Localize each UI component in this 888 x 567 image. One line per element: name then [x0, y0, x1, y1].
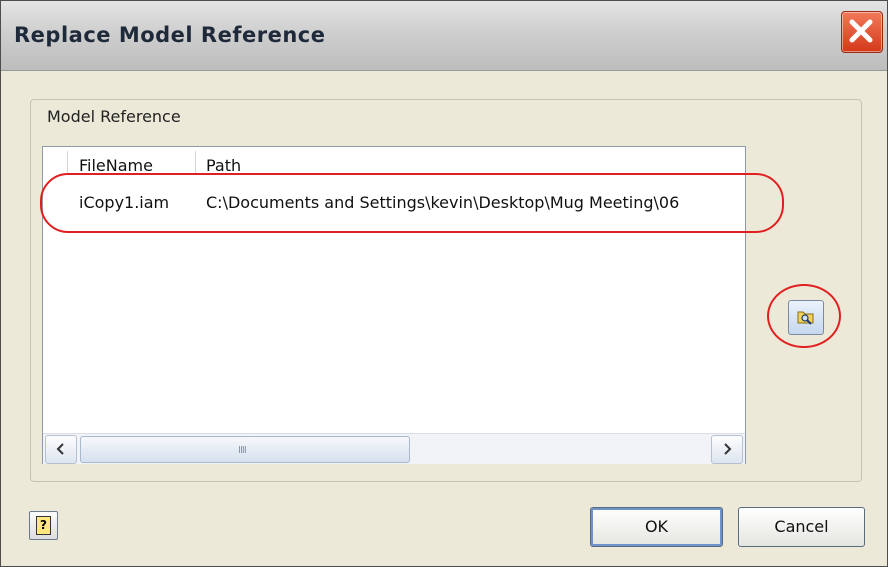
close-icon [849, 19, 873, 43]
scroll-left-button[interactable] [45, 435, 77, 464]
scroll-right-button[interactable] [711, 435, 743, 464]
column-separator[interactable] [195, 151, 196, 175]
dialog-title: Replace Model Reference [14, 23, 326, 47]
group-label: Model Reference [47, 107, 181, 126]
help-icon: ? [36, 516, 51, 535]
scrollbar-thumb[interactable]: IIII [80, 436, 410, 463]
cancel-button[interactable]: Cancel [738, 507, 865, 547]
close-button[interactable] [841, 11, 883, 53]
column-separator[interactable] [67, 151, 68, 175]
ok-button[interactable]: OK [590, 507, 723, 547]
chevron-right-icon [724, 443, 732, 455]
scrollbar-grip: IIII [238, 445, 247, 456]
button-highlight-annotation [767, 284, 841, 348]
row-highlight-annotation [40, 173, 784, 233]
title-bar: Replace Model Reference [1, 1, 887, 71]
horizontal-scrollbar[interactable]: IIII [43, 433, 745, 464]
help-button[interactable]: ? [29, 511, 58, 540]
chevron-left-icon [56, 443, 64, 455]
